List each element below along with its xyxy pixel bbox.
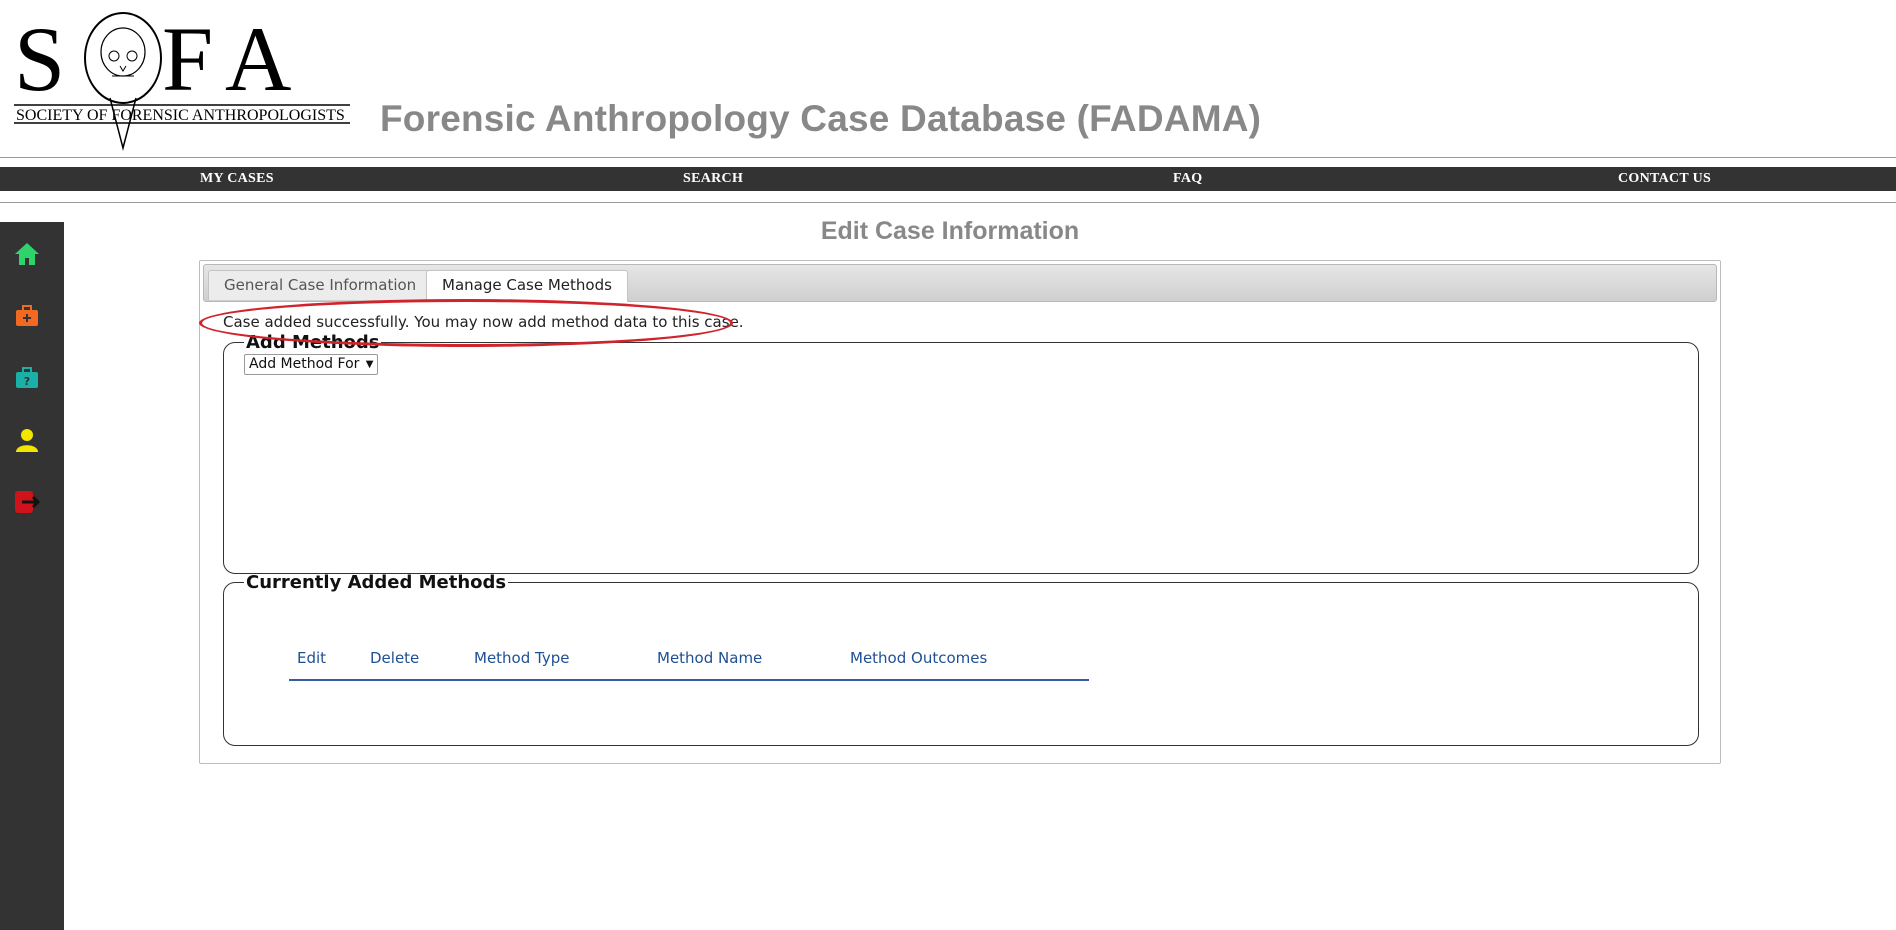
nav-search[interactable]: SEARCH (683, 167, 743, 191)
top-navigation: MY CASES SEARCH FAQ CONTACT US (0, 167, 1896, 191)
column-method-name[interactable]: Method Name (657, 649, 762, 667)
svg-text:S: S (14, 10, 65, 110)
add-methods-legend: Add Methods (246, 332, 380, 353)
column-method-outcomes[interactable]: Method Outcomes (850, 649, 987, 667)
currently-added-methods-legend: Currently Added Methods (246, 572, 507, 593)
logout-icon[interactable] (13, 488, 41, 516)
nav-faq[interactable]: FAQ (1173, 167, 1202, 191)
site-title: Forensic Anthropology Case Database (FAD… (380, 98, 1262, 139)
svg-text:SOCIETY OF FORENSIC ANTHROPOLO: SOCIETY OF FORENSIC ANTHROPOLOGISTS (16, 107, 345, 124)
nav-my-cases[interactable]: MY CASES (200, 167, 274, 191)
tab-manage-case-methods[interactable]: Manage Case Methods (426, 270, 628, 302)
svg-text:F: F (162, 10, 213, 110)
nav-contact-us[interactable]: CONTACT US (1618, 167, 1711, 191)
sofa-logo-image: S F A SOCIETY OF FORENSIC ANTHROPOLOGIST… (14, 10, 350, 151)
skull-icon (84, 12, 162, 151)
nav-divider (0, 202, 1896, 203)
page-title: Edit Case Information (820, 217, 1080, 245)
column-delete[interactable]: Delete (370, 649, 419, 667)
column-edit[interactable]: Edit (297, 649, 326, 667)
add-method-for-select[interactable]: Add Method For ▼ (244, 354, 379, 375)
add-method-for-value: Add Method For (249, 356, 360, 372)
add-case-icon[interactable] (13, 302, 41, 330)
svg-text:?: ? (24, 375, 30, 388)
tab-general-case-information[interactable]: General Case Information (208, 270, 433, 300)
case-help-icon[interactable]: ? (13, 364, 41, 392)
success-message: Case added successfully. You may now add… (223, 313, 744, 331)
column-method-type[interactable]: Method Type (474, 649, 569, 667)
methods-table-header: Edit Delete Method Type Method Name Meth… (289, 645, 1089, 681)
tab-bar: General Case Information Manage Case Met… (203, 264, 1717, 302)
sidebar: ? (0, 222, 64, 930)
dropdown-caret-icon: ▼ (365, 359, 374, 370)
user-icon[interactable] (13, 426, 41, 454)
sofa-logo[interactable]: S F A SOCIETY OF FORENSIC ANTHROPOLOGIST… (10, 10, 355, 155)
svg-text:A: A (225, 10, 291, 110)
header-divider (0, 157, 1896, 158)
add-methods-section: Add Methods (223, 332, 1699, 574)
